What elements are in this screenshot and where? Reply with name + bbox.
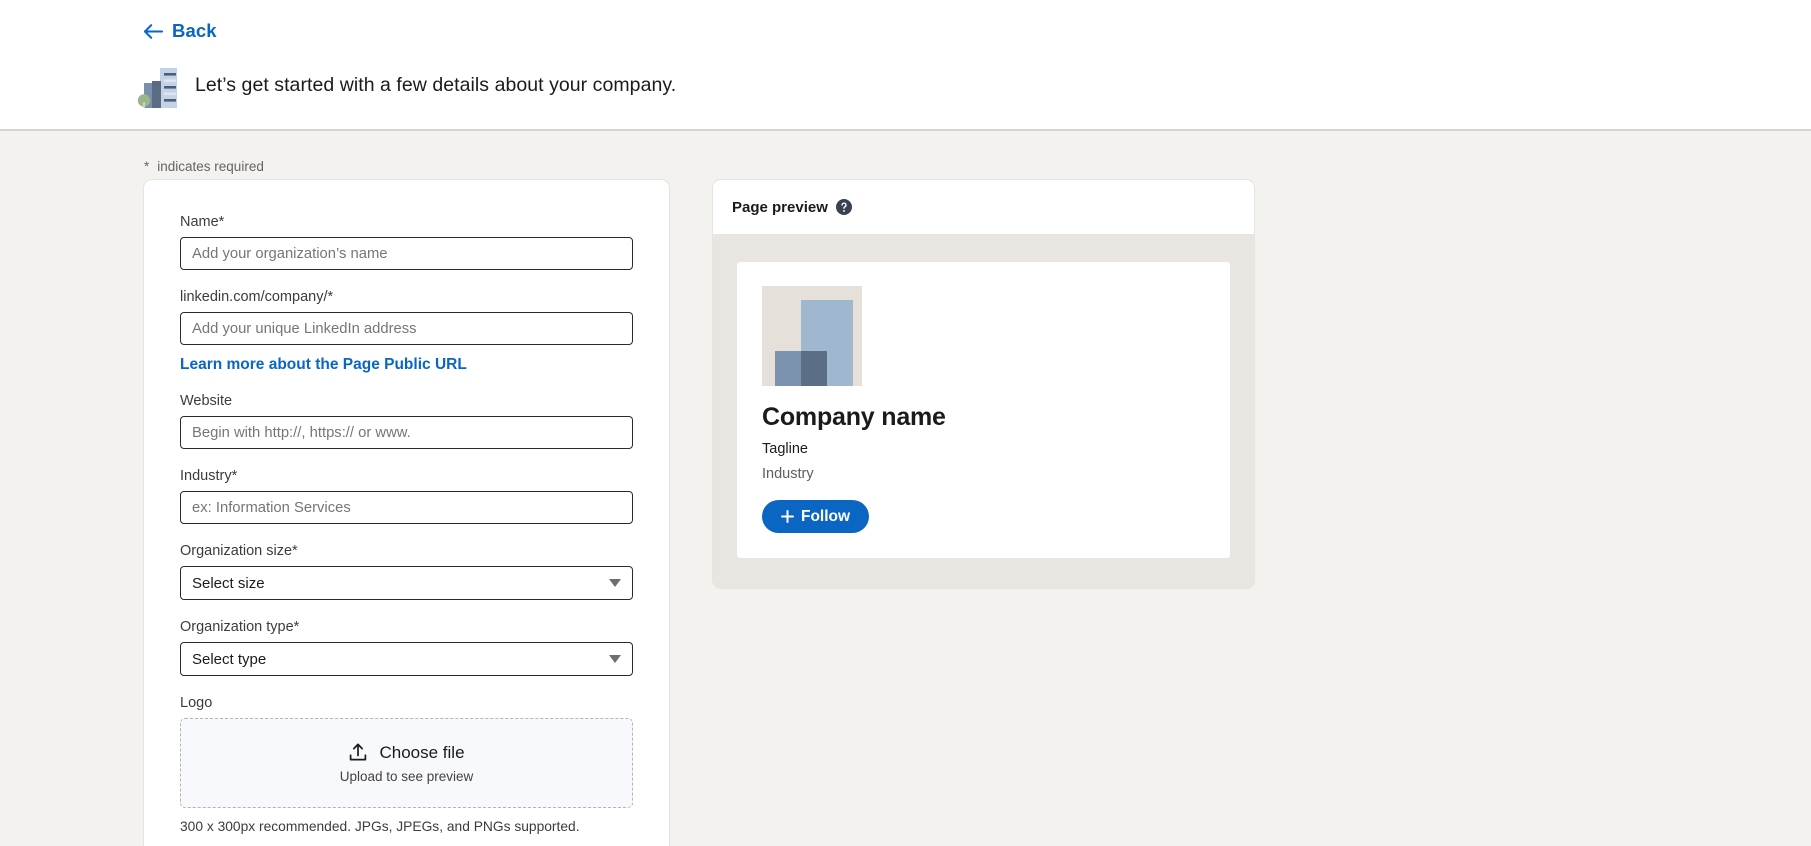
name-label: Name*	[180, 214, 225, 230]
org-size-selected-value: Select size	[192, 574, 265, 592]
back-button[interactable]: Back	[143, 20, 217, 42]
industry-input[interactable]	[180, 491, 633, 524]
org-size-select-wrap: Select size	[180, 566, 633, 600]
follow-button-label: Follow	[801, 507, 851, 525]
website-label: Website	[180, 393, 233, 409]
field-industry: Industry*	[180, 468, 633, 524]
field-website: Website	[180, 393, 633, 449]
industry-label: Industry*	[180, 468, 238, 484]
help-circle-icon[interactable]	[835, 199, 852, 215]
org-type-select-wrap: Select type	[180, 642, 633, 676]
company-building-icon	[133, 62, 179, 108]
required-asterisk: *	[144, 159, 150, 174]
learn-more-public-url-link[interactable]: Learn more about the Page Public URL	[180, 356, 467, 374]
logo-label: Logo	[180, 695, 213, 711]
field-name: Name*	[180, 214, 633, 270]
logo-helper-text: 300 x 300px recommended. JPGs, JPEGs, an…	[180, 819, 580, 834]
website-input[interactable]	[180, 416, 633, 449]
company-details-form: Name* linkedin.com/company/* Learn more …	[143, 179, 670, 846]
plus-icon	[781, 510, 794, 523]
field-logo: Logo Choose file Upload to see preview 3…	[180, 695, 633, 834]
choose-file-label: Choose file	[379, 742, 465, 762]
preview-company-name: Company name	[762, 403, 946, 431]
page-preview-stage: Company name Tagline Industry Follow	[713, 235, 1254, 588]
page-preview-title: Page preview	[732, 198, 828, 216]
org-size-label: Organization size*	[180, 543, 298, 559]
page-preview-header: Page preview	[713, 180, 1254, 235]
page-title: Let’s get started with a few details abo…	[195, 73, 677, 96]
page-body: * indicates required Name* linkedin.com/c…	[0, 131, 1811, 846]
choose-file-button[interactable]: Choose file	[348, 742, 465, 763]
org-type-selected-value: Select type	[192, 650, 267, 668]
company-preview-card: Company name Tagline Industry Follow	[737, 262, 1230, 558]
preview-tagline: Tagline	[762, 441, 808, 457]
logo-dropzone[interactable]: Choose file Upload to see preview	[180, 718, 633, 808]
page-header: Back Let’s get started with a few detail…	[0, 0, 1811, 131]
preview-industry: Industry	[762, 466, 814, 482]
upload-icon	[348, 742, 368, 763]
required-note: * indicates required	[144, 159, 264, 174]
public-url-input[interactable]	[180, 312, 633, 345]
back-button-label: Back	[172, 20, 217, 41]
field-org-size: Organization size* Select size	[180, 543, 633, 600]
arrow-left-icon	[143, 23, 163, 40]
public-url-label: linkedin.com/company/*	[180, 289, 334, 305]
required-note-label: indicates required	[157, 159, 264, 174]
org-size-select[interactable]: Select size	[180, 566, 633, 600]
org-type-select[interactable]: Select type	[180, 642, 633, 676]
field-public-url: linkedin.com/company/* Learn more about …	[180, 289, 633, 374]
org-type-label: Organization type*	[180, 619, 300, 635]
upload-preview-hint: Upload to see preview	[339, 769, 474, 784]
name-input[interactable]	[180, 237, 633, 270]
follow-button[interactable]: Follow	[762, 500, 870, 533]
company-logo-placeholder	[762, 286, 1205, 386]
page-title-row: Let’s get started with a few details abo…	[133, 62, 676, 108]
page-preview-panel: Page preview Company name Tagline Indust…	[712, 179, 1255, 589]
field-org-type: Organization type* Select type	[180, 619, 633, 676]
